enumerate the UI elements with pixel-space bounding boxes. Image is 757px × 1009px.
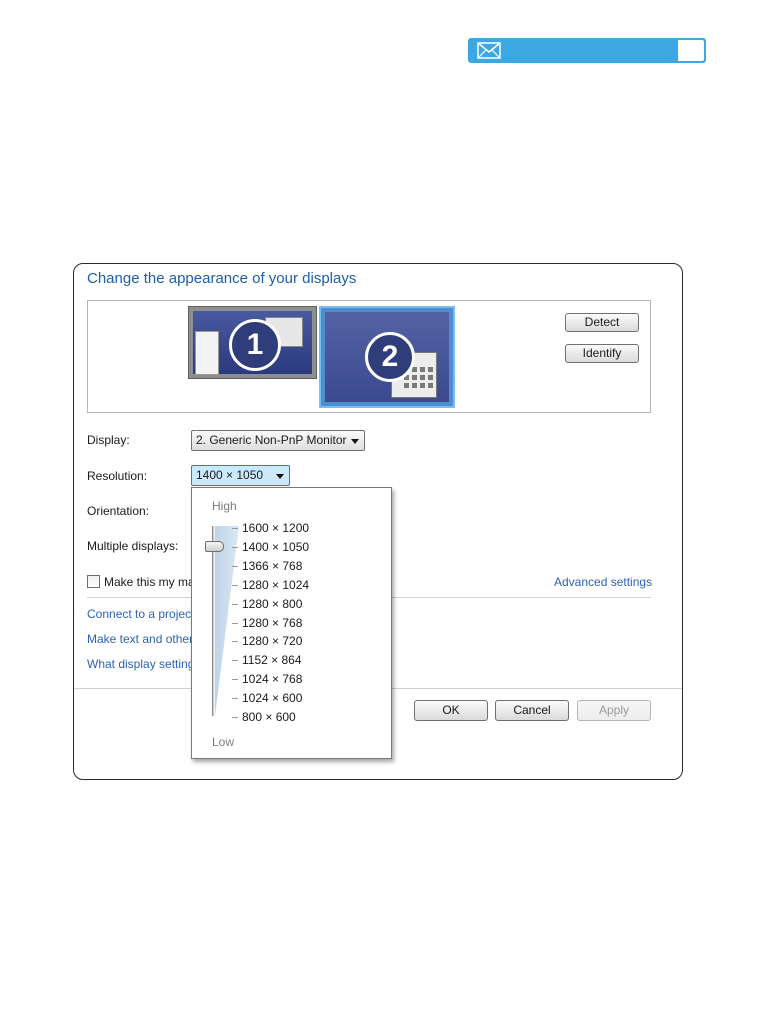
mail-bar-end: [677, 39, 705, 62]
slider-tick: [232, 566, 238, 567]
display-select[interactable]: 2. Generic Non-PnP Monitor: [191, 430, 365, 451]
connect-projector-link[interactable]: Connect to a projec: [87, 607, 191, 621]
mail-bar: [468, 38, 706, 63]
resolution-slider-track[interactable]: [212, 526, 215, 716]
envelope-icon: [477, 42, 501, 59]
resolution-option[interactable]: 1366 × 768: [242, 559, 302, 573]
text-size-link[interactable]: Make text and other: [87, 632, 193, 646]
resolution-option[interactable]: 1152 × 864: [242, 653, 302, 667]
chevron-down-icon: [276, 474, 284, 479]
slider-tick: [232, 698, 238, 699]
slider-tick: [232, 717, 238, 718]
resolution-option[interactable]: 1280 × 720: [242, 634, 302, 648]
resolution-option[interactable]: 1600 × 1200: [242, 521, 309, 535]
slider-low-label: Low: [212, 735, 235, 749]
monitor-1-thumbnail[interactable]: 1: [188, 306, 317, 379]
identify-button[interactable]: Identify: [565, 344, 639, 363]
detect-button[interactable]: Detect: [565, 313, 639, 332]
resolution-slider-thumb[interactable]: [205, 541, 224, 552]
page-title: Change the appearance of your displays: [87, 270, 357, 287]
resolution-select[interactable]: 1400 × 1050: [191, 465, 290, 486]
slider-tick: [232, 679, 238, 680]
slider-tick: [232, 660, 238, 661]
resolution-label: Resolution:: [87, 469, 148, 483]
apply-button[interactable]: Apply: [577, 700, 651, 721]
monitor-2-number: 2: [365, 332, 415, 382]
multiple-displays-label: Multiple displays:: [87, 539, 179, 553]
slider-tick: [232, 604, 238, 605]
slider-high-label: High: [212, 499, 237, 513]
resolution-option[interactable]: 1024 × 768: [242, 672, 302, 686]
resolution-option[interactable]: 1400 × 1050: [242, 540, 309, 554]
orientation-label: Orientation:: [87, 504, 150, 518]
display-label: Display:: [87, 433, 130, 447]
resolution-option[interactable]: 1280 × 1024: [242, 578, 309, 592]
slider-tick: [232, 641, 238, 642]
resolution-option[interactable]: 800 × 600: [242, 710, 296, 724]
resolution-option[interactable]: 1024 × 600: [242, 691, 302, 705]
slider-tick: [232, 585, 238, 586]
chevron-down-icon: [351, 439, 359, 444]
resolution-option[interactable]: 1280 × 800: [242, 597, 302, 611]
display-select-value: 2. Generic Non-PnP Monitor: [196, 433, 347, 447]
ok-button[interactable]: OK: [414, 700, 488, 721]
monitor-2-thumbnail[interactable]: 2: [319, 306, 455, 408]
advanced-settings-link[interactable]: Advanced settings: [554, 575, 652, 589]
slider-tick: [232, 547, 238, 548]
resolution-option[interactable]: 1280 × 768: [242, 616, 302, 630]
slider-tick: [232, 528, 238, 529]
main-display-checkbox-label[interactable]: Make this my ma: [104, 575, 195, 589]
cancel-button[interactable]: Cancel: [495, 700, 569, 721]
monitor-1-sidebar-graphic: [195, 331, 219, 375]
monitor-1-number: 1: [229, 319, 281, 371]
slider-tick: [232, 623, 238, 624]
resolution-select-value: 1400 × 1050: [196, 468, 264, 482]
main-display-checkbox[interactable]: [87, 575, 100, 588]
display-settings-help-link[interactable]: What display setting: [87, 657, 194, 671]
